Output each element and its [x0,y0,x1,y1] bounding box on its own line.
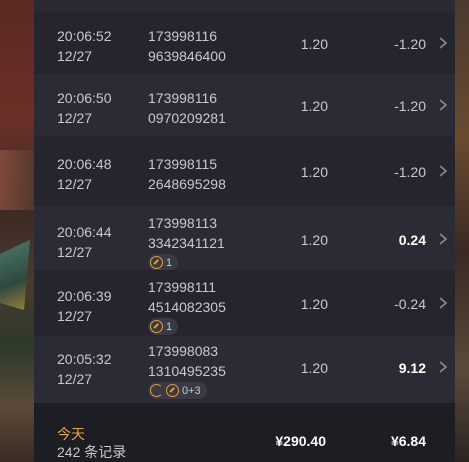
bonus-count: 0+3 [182,384,201,397]
chevron-right-icon[interactable] [436,97,450,113]
table-row[interactable]: 20:05:32 12/27 173998083 1310495235 0+3 1.… [34,336,455,403]
row-date: 12/27 [57,308,93,324]
chevron-right-icon[interactable] [436,359,450,375]
chevron-right-icon[interactable] [436,295,450,311]
row-id-suffix: 9639846400 [148,48,226,64]
row-time: 20:06:48 [57,156,112,172]
row-date: 12/27 [57,244,93,260]
row-time: 20:06:39 [57,288,112,304]
record-count: 242 条记录 [57,444,127,460]
background-left [0,0,34,462]
row-bet: 1.20 [300,232,328,248]
row-id: 173998116 [148,28,218,44]
row-bet: 1.20 [300,360,328,376]
bonus-badge: 0+3 [148,382,207,399]
chevron-right-icon[interactable] [436,231,450,247]
chevron-right-icon[interactable] [436,163,450,179]
total-profit: ¥6.84 [390,433,426,449]
row-id: 173998115 [148,156,218,172]
bonus-badge: 1 [148,254,179,271]
table-row[interactable]: 20:06:39 12/27 173998111 4514082305 1 1.20… [34,270,455,336]
background-decor [0,150,34,210]
row-id-suffix: 0970209281 [148,110,226,126]
today-label: 今天 [57,426,85,442]
background-right [455,0,469,462]
table-row[interactable]: 20:06:44 12/27 173998113 3342341121 1 1.20… [34,206,455,271]
row-profit: -1.20 [394,164,426,180]
bet-history-panel: 20:06:52 12/27 173998116 9639846400 1.20 -… [34,0,455,462]
row-id: 173998116 [148,90,218,106]
row-profit: -1.20 [394,98,426,114]
row-id: 173998111 [148,279,216,295]
background-decor [0,240,30,310]
table-row[interactable]: 20:06:48 12/27 173998115 2648695298 1.20 -… [34,140,455,202]
row-id-suffix: 4514082305 [148,299,226,315]
summary-footer: 今天 242 条记录 ¥290.40 ¥6.84 [34,403,455,462]
bonus-badge: 1 [148,318,179,335]
row-id-suffix: 1310495235 [148,363,226,379]
refresh-icon [150,384,163,397]
free-spin-icon [150,320,163,333]
row-profit: -0.24 [394,296,426,312]
row-id-suffix: 3342341121 [148,235,225,251]
row-bet: 1.20 [300,296,328,312]
bonus-count: 1 [166,320,173,333]
row-id-suffix: 2648695298 [148,176,226,192]
free-spin-icon [166,384,179,397]
row-date: 12/27 [57,371,93,387]
row-time: 20:05:32 [57,351,112,367]
row-time: 20:06:44 [57,224,112,240]
row-bet: 1.20 [300,36,328,52]
free-spin-icon [150,256,163,269]
row-profit: -1.20 [394,36,426,52]
list-top-edge [34,0,455,12]
row-time: 20:06:50 [57,90,112,106]
row-bet: 1.20 [300,164,328,180]
row-time: 20:06:52 [57,28,112,44]
row-date: 12/27 [57,110,93,126]
row-profit: 9.12 [398,360,426,376]
row-id: 173998083 [148,343,219,359]
row-bet: 1.20 [300,98,328,114]
row-profit: 0.24 [398,232,426,248]
chevron-right-icon[interactable] [436,35,450,51]
total-bet: ¥290.40 [275,433,326,449]
row-date: 12/27 [57,48,93,64]
row-date: 12/27 [57,176,93,192]
table-row[interactable]: 20:06:52 12/27 173998116 9639846400 1.20 -… [34,12,455,74]
row-id: 173998113 [148,215,218,231]
table-row[interactable]: 20:06:50 12/27 173998116 0970209281 1.20 -… [34,74,455,136]
